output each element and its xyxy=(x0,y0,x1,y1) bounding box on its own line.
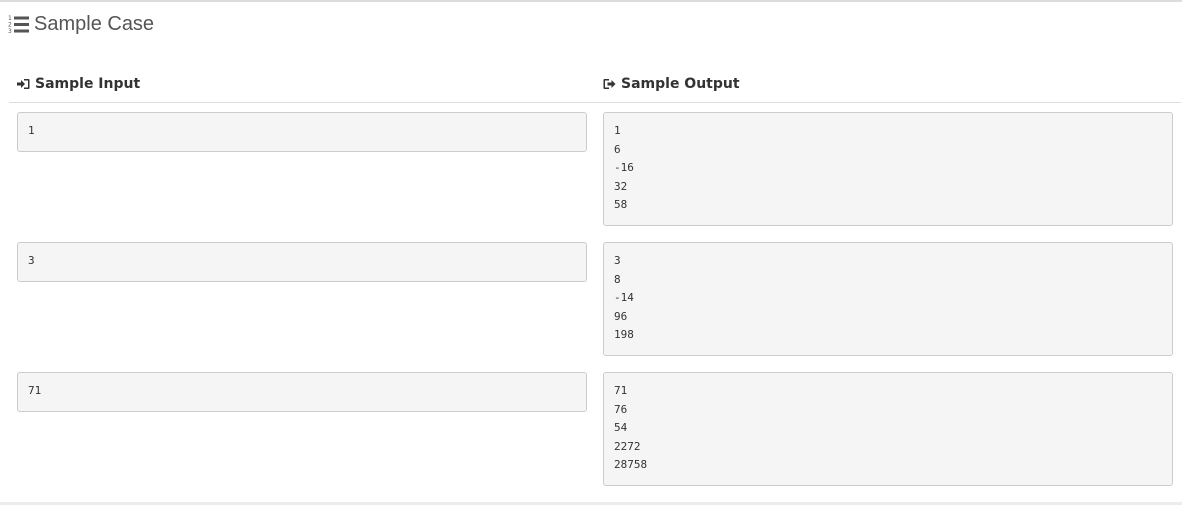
svg-text:3: 3 xyxy=(8,28,12,34)
sample-input-label: Sample Input xyxy=(35,76,141,92)
output-line: 28758 xyxy=(614,458,648,472)
output-line: 2272 xyxy=(614,439,641,453)
sample-output-box: 1 6 -16 32 58 xyxy=(603,112,1173,226)
output-line: 58 xyxy=(614,198,628,212)
sample-output-header: Sample Output xyxy=(603,74,740,94)
output-line: 96 xyxy=(614,309,628,323)
section-header: 1 2 3 Sample Case xyxy=(8,12,154,36)
output-line: 6 xyxy=(614,142,621,156)
header-divider xyxy=(9,102,1181,103)
output-line: 71 xyxy=(614,384,628,397)
output-line: 32 xyxy=(614,179,628,193)
sign-out-icon xyxy=(603,78,616,90)
output-line: 54 xyxy=(614,421,628,435)
sample-output-box: 71 76 54 2272 28758 xyxy=(603,372,1173,486)
page-title: Sample Case xyxy=(34,13,155,35)
sample-input-box: 1 xyxy=(17,112,587,152)
output-line: 8 xyxy=(614,272,621,286)
sample-input-box: 71 xyxy=(17,372,587,412)
output-line: 3 xyxy=(614,254,621,267)
sample-case-panel: 1 2 3 Sample Case Sample Input Sample Ou… xyxy=(0,0,1182,505)
output-line: -16 xyxy=(614,161,634,175)
sample-input-box: 3 xyxy=(17,242,587,282)
sign-in-icon xyxy=(17,78,30,90)
sample-output-box: 3 8 -14 96 198 xyxy=(603,242,1173,356)
output-line: -14 xyxy=(614,291,634,305)
output-line: 1 xyxy=(614,124,621,137)
output-line: 76 xyxy=(614,402,628,416)
list-ol-icon: 1 2 3 xyxy=(8,14,30,35)
input-line: 3 xyxy=(28,254,35,267)
input-line: 71 xyxy=(28,384,42,397)
sample-output-label: Sample Output xyxy=(621,76,740,92)
input-line: 1 xyxy=(28,124,35,137)
output-line: 198 xyxy=(614,328,634,342)
sample-input-header: Sample Input xyxy=(17,74,140,94)
